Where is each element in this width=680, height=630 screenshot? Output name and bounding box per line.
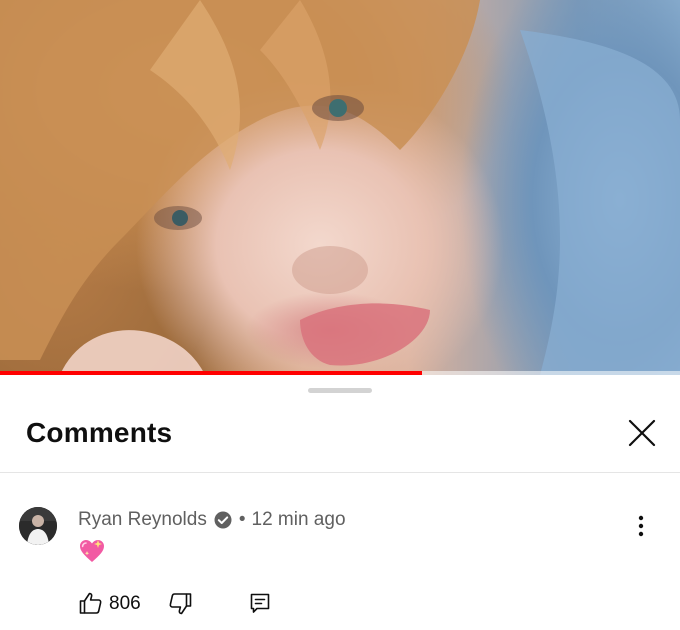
more-options-button[interactable] (628, 511, 654, 541)
drag-handle[interactable] (308, 388, 372, 393)
thumbs-up-icon (79, 592, 102, 614)
dislike-button[interactable] (167, 591, 193, 617)
comments-title: Comments (26, 417, 173, 448)
comments-sheet: Comments Ryan Reynolds • 12 min ago 806 (0, 375, 680, 630)
close-button[interactable] (622, 413, 662, 453)
avatar-image (19, 507, 57, 545)
reply-button[interactable] (248, 591, 272, 615)
thumbs-down-icon (169, 593, 192, 615)
comment-meta: Ryan Reynolds • 12 min ago (78, 509, 346, 531)
verified-check-icon (213, 510, 233, 530)
author-name[interactable]: Ryan Reynolds (78, 509, 207, 531)
like-count: 806 (109, 593, 141, 614)
video-frame-image (0, 0, 680, 375)
sparkling-heart-emoji (78, 537, 108, 567)
close-icon (628, 419, 656, 447)
meta-separator: • (238, 509, 246, 530)
avatar[interactable] (19, 507, 57, 545)
more-vertical-icon (638, 515, 644, 537)
video-player[interactable] (0, 0, 680, 375)
comment-item: Ryan Reynolds • 12 min ago 806 (0, 473, 680, 630)
reply-icon (250, 593, 270, 613)
like-button[interactable] (78, 590, 104, 616)
comment-time[interactable]: 12 min ago (252, 509, 346, 531)
